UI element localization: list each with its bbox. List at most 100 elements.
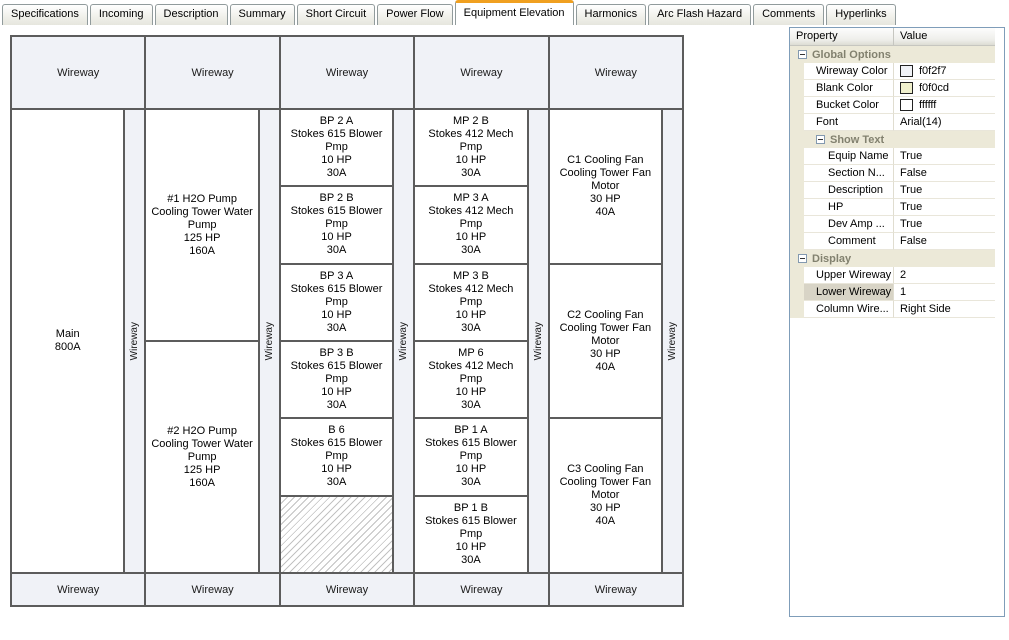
property-row-bucket-color[interactable]: Bucket Colorffffff [790,97,995,114]
bucket-c2-cooling-fan[interactable]: C2 Cooling FanCooling Tower Fan Motor30 … [550,265,661,418]
bucket-label-line: BP 1 B [454,502,488,515]
property-value-text: f0f2f7 [919,65,947,77]
blank-bucket[interactable] [281,497,392,572]
tab-short-circuit[interactable]: Short Circuit [297,4,376,25]
bucket-bp-2-a[interactable]: BP 2 AStokes 615 Blower Pmp10 HP30A [281,110,392,185]
property-row-hp[interactable]: HPTrue [790,199,995,216]
diagram-column-3: BP 2 AStokes 615 Blower Pmp10 HP30ABP 2 … [281,110,413,572]
bucket-label-line: 160A [189,477,215,490]
property-row-description[interactable]: DescriptionTrue [790,182,995,199]
property-label: Bucket Color [804,97,894,114]
property-row-column-wire[interactable]: Column Wire...Right Side [790,301,995,318]
collapse-icon[interactable] [798,50,807,59]
tab-incoming[interactable]: Incoming [90,4,153,25]
row-gutter [790,182,804,199]
collapse-icon[interactable] [798,254,807,263]
bucket-stack: MP 2 BStokes 412 Mech Pmp10 HP30AMP 3 AS… [415,110,526,572]
bucket-label-line: 30A [461,476,481,489]
bucket-label-line: 10 HP [456,541,487,554]
tab-comments[interactable]: Comments [753,4,824,25]
property-label: Dev Amp ... [804,216,894,233]
row-gutter [790,63,804,80]
property-row-font[interactable]: FontArial(14) [790,114,995,131]
property-row-wireway-color[interactable]: Wireway Colorf0f2f7 [790,63,995,80]
bucket-label-line: Cooling Tower Fan Motor [552,167,659,193]
bucket-label-line: Cooling Tower Water Pump [148,206,255,232]
tab-harmonics[interactable]: Harmonics [576,4,647,25]
row-gutter [790,301,804,318]
bucket-label-line: 10 HP [456,386,487,399]
group-row-show-text[interactable]: Show Text [790,131,995,148]
tab-equipment-elevation[interactable]: Equipment Elevation [455,0,574,25]
tab-arc-flash-hazard[interactable]: Arc Flash Hazard [648,4,751,25]
property-value[interactable]: 2 [894,267,995,284]
property-label: Blank Color [804,80,894,97]
bucket-stack: Main800A [12,110,123,572]
bucket-mp-3-a[interactable]: MP 3 AStokes 412 Mech Pmp10 HP30A [415,187,526,262]
elevation-diagram: WirewayWirewayWirewayWirewayWireway Main… [10,35,684,607]
upper-wireway-cell: Wireway [415,37,547,108]
bucket-mp-3-b[interactable]: MP 3 BStokes 412 Mech Pmp10 HP30A [415,265,526,340]
tab-description[interactable]: Description [155,4,228,25]
property-row-section-n[interactable]: Section N...False [790,165,995,182]
property-value-text: Arial(14) [900,116,942,128]
property-value[interactable]: f0f2f7 [894,63,995,80]
property-row-upper-wireway[interactable]: Upper Wireway2 [790,267,995,284]
property-row-comment[interactable]: CommentFalse [790,233,995,250]
property-value[interactable]: ffffff [894,97,995,114]
tab-summary[interactable]: Summary [230,4,295,25]
bucket-bp-1-a[interactable]: BP 1 AStokes 615 Blower Pmp10 HP30A [415,419,526,494]
value-column-header[interactable]: Value [894,28,995,45]
tab-hyperlinks[interactable]: Hyperlinks [826,4,895,25]
property-column-header[interactable]: Property [790,28,894,45]
property-value[interactable]: 1 [894,284,995,301]
bucket-label-line: C3 Cooling Fan [567,463,643,476]
property-value[interactable]: True [894,148,995,165]
bucket-label-line: 800A [55,341,81,354]
bucket-label-line: 10 HP [321,231,352,244]
bucket-label-line: Stokes 615 Blower Pmp [283,360,390,386]
bucket--1-h2o-pump[interactable]: #1 H2O PumpCooling Tower Water Pump125 H… [146,110,257,340]
bucket--2-h2o-pump[interactable]: #2 H2O PumpCooling Tower Water Pump125 H… [146,342,257,572]
bucket-c3-cooling-fan[interactable]: C3 Cooling FanCooling Tower Fan Motor30 … [550,419,661,572]
group-row-global-options[interactable]: Global Options [790,46,995,63]
bucket-bp-1-b[interactable]: BP 1 BStokes 615 Blower Pmp10 HP30A [415,497,526,572]
bucket-label-line: C1 Cooling Fan [567,154,643,167]
property-row-lower-wireway[interactable]: Lower Wireway1 [790,284,995,301]
property-value[interactable]: True [894,216,995,233]
property-value[interactable]: False [894,165,995,182]
property-row-dev-amp[interactable]: Dev Amp ...True [790,216,995,233]
property-value[interactable]: True [894,182,995,199]
bucket-bp-3-b[interactable]: BP 3 BStokes 615 Blower Pmp10 HP30A [281,342,392,417]
bucket-c1-cooling-fan[interactable]: C1 Cooling FanCooling Tower Fan Motor30 … [550,110,661,263]
bucket-label-line: 40A [596,515,616,528]
bucket-b-6[interactable]: B 6Stokes 615 Blower Pmp10 HP30A [281,419,392,494]
bucket-bp-3-a[interactable]: BP 3 AStokes 615 Blower Pmp10 HP30A [281,265,392,340]
bucket-bp-2-b[interactable]: BP 2 BStokes 615 Blower Pmp10 HP30A [281,187,392,262]
row-gutter [790,148,804,165]
collapse-icon[interactable] [816,135,825,144]
bucket-main[interactable]: Main800A [12,110,123,572]
property-label: Comment [804,233,894,250]
property-value-text: 2 [900,269,906,281]
bucket-label-line: Cooling Tower Water Pump [148,438,255,464]
property-value[interactable]: False [894,233,995,250]
upper-wireway-cell: Wireway [146,37,278,108]
property-value[interactable]: f0f0cd [894,80,995,97]
tab-power-flow[interactable]: Power Flow [377,4,452,25]
property-value[interactable]: Right Side [894,301,995,318]
bucket-label-line: 30 HP [590,193,621,206]
property-row-blank-color[interactable]: Blank Colorf0f0cd [790,80,995,97]
property-label: HP [804,199,894,216]
bucket-label-line: #1 H2O Pump [167,193,237,206]
property-row-equip-name[interactable]: Equip NameTrue [790,148,995,165]
property-value[interactable]: Arial(14) [894,114,995,131]
column-wireway-strip: Wireway [394,110,413,572]
bucket-mp-6[interactable]: MP 6Stokes 412 Mech Pmp10 HP30A [415,342,526,417]
group-row-display[interactable]: Display [790,250,995,267]
bucket-mp-2-b[interactable]: MP 2 BStokes 412 Mech Pmp10 HP30A [415,110,526,185]
bucket-label-line: Stokes 615 Blower Pmp [283,128,390,154]
tab-specifications[interactable]: Specifications [2,4,88,25]
property-value[interactable]: True [894,199,995,216]
bucket-stack: BP 2 AStokes 615 Blower Pmp10 HP30ABP 2 … [281,110,392,572]
